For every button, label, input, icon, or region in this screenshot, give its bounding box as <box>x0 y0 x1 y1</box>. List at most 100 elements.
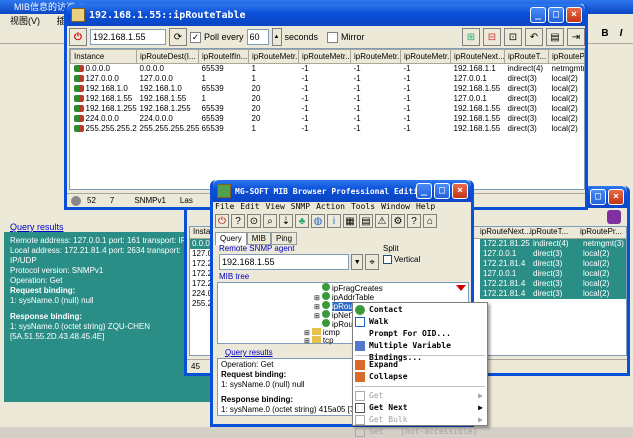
col-nexthop[interactable]: ipRouteNext... <box>450 49 505 64</box>
menu-item-get[interactable]: Get ▶ <box>353 390 487 402</box>
col-metric1[interactable]: ipRouteMetr... <box>248 49 299 64</box>
undo-icon[interactable]: ↶ <box>525 28 543 46</box>
close-icon[interactable]: × <box>452 183 468 199</box>
menu-item-set[interactable]: Set [not-accessible] <box>353 426 487 438</box>
maximize-icon[interactable]: □ <box>590 189 606 205</box>
mib-window-title: MG-SOFT MIB Browser Professional Edition <box>235 186 428 196</box>
get-icon[interactable]: ⌕ <box>263 214 277 228</box>
tree-item-tcp[interactable]: ⊞ tcp <box>304 336 334 345</box>
close-icon[interactable]: × <box>608 189 624 205</box>
tree-collapse-arrow-icon[interactable] <box>456 285 466 291</box>
close-icon[interactable]: × <box>566 7 582 23</box>
menu-edit[interactable]: Edit <box>240 202 259 214</box>
agent-input[interactable] <box>90 29 166 45</box>
menu-view[interactable]: View <box>266 202 285 214</box>
col-dest[interactable]: ipRouteDest(I... <box>136 49 199 64</box>
table-row[interactable]: 172.21.81.4 direct(3) local(2) <box>480 279 626 289</box>
seconds-label: seconds <box>284 32 319 42</box>
submenu-arrow-icon: ▶ <box>478 403 483 412</box>
walk-icon[interactable]: ⇣ <box>279 214 293 228</box>
row-icon <box>73 125 84 133</box>
table-add-icon[interactable]: ⊞ <box>462 28 480 46</box>
menu-item-get-bulk[interactable]: Get Bulk ▶ <box>353 414 487 426</box>
help-icon[interactable]: ? <box>231 214 245 228</box>
table-row[interactable]: 192.168.1.255 192.168.1.255 65539 20 -1 -1 -1 1… <box>71 104 585 114</box>
stop-icon[interactable]: ⏻ <box>69 28 87 46</box>
bg-left-pane: Query results Remote address: 127.0.0.1 … <box>4 220 214 410</box>
checkbox-mirror[interactable] <box>327 31 339 43</box>
menu-window[interactable]: Window <box>381 202 410 214</box>
menu-file[interactable]: File <box>215 202 234 214</box>
table-row[interactable]: 172.21.81.4 direct(3) local(2) <box>480 289 626 299</box>
menu-help[interactable]: Help <box>416 202 435 214</box>
table-row[interactable]: 192.168.1.55 192.168.1.55 1 20 -1 -1 -1 127.0.0… <box>71 94 585 104</box>
checkbox-poll[interactable]: ✓ <box>190 31 201 43</box>
refresh-agent-icon[interactable]: ⟳ <box>169 28 187 46</box>
bindings-icon <box>355 341 365 351</box>
status-nav-icon[interactable] <box>71 195 81 206</box>
get-icon <box>355 391 365 401</box>
col-proto[interactable]: ipRoutePr... <box>548 49 584 64</box>
maximize-icon[interactable]: □ <box>434 183 450 199</box>
table-row[interactable]: 127.0.0.1 direct(3) local(2) <box>480 249 626 259</box>
agent-properties-icon[interactable]: ⌖ <box>365 254 379 270</box>
menu-item-contact[interactable]: Contact <box>353 304 487 316</box>
dropdown-icon[interactable]: ▼ <box>351 254 364 270</box>
col-type[interactable]: ipRouteT... <box>504 49 549 64</box>
table-row[interactable]: 192.168.1.0 192.168.1.0 65539 20 -1 -1 -1 192.1… <box>71 84 585 94</box>
bg-menu-view[interactable]: 视图(V) <box>10 16 40 26</box>
bg-route-status-count: 45 <box>191 362 200 371</box>
info-icon[interactable]: i <box>327 214 341 228</box>
menu-item-multiple-bindings[interactable]: Multiple Variable Bindings... <box>353 340 487 362</box>
table-row[interactable]: 172.21.81.4 direct(3) local(2) <box>480 259 626 269</box>
col-metric3[interactable]: ipRouteMetr... <box>350 49 401 64</box>
menu-item-walk[interactable]: Walk <box>353 316 487 328</box>
tree-icon[interactable]: ♣ <box>295 214 309 228</box>
poll-seconds-input[interactable] <box>246 29 269 45</box>
col-metric2[interactable]: ipRouteMetr... <box>298 49 351 64</box>
graph-icon[interactable]: ▤ <box>359 214 373 228</box>
remote-agent-input[interactable] <box>219 254 350 270</box>
globe-icon[interactable]: ◍ <box>311 214 325 228</box>
table-row[interactable]: 127.0.0.1 direct(3) local(2) <box>480 269 626 279</box>
table-node-icon <box>321 310 330 318</box>
col-ifindex[interactable]: ipRouteIfIn... <box>198 49 249 64</box>
table-apply-icon[interactable]: ⊡ <box>504 28 522 46</box>
table-row[interactable]: 224.0.0.0 224.0.0.0 65539 20 -1 -1 -1 192.168.1… <box>71 114 585 124</box>
vertical-checkbox[interactable] <box>383 255 392 264</box>
home-icon[interactable]: ⌂ <box>423 214 437 228</box>
col-metric4[interactable]: ipRouteMetr... <box>400 49 451 64</box>
settings-icon[interactable]: ⚙ <box>391 214 405 228</box>
menu-item-expand[interactable]: Expand <box>353 359 487 371</box>
row-icon <box>73 75 84 83</box>
route-window-title: 192.168.1.55::ipRouteTable <box>89 9 246 21</box>
stop-icon[interactable]: ⏻ <box>215 214 229 228</box>
mirror-label: Mirror <box>341 32 365 42</box>
poll-spinner[interactable]: ▲ <box>271 28 282 46</box>
export-icon[interactable]: ⇥ <box>567 28 585 46</box>
table-row[interactable]: 172.21.81.254 indirect(4) netmgmt(3) <box>480 239 626 249</box>
minimize-icon[interactable]: _ <box>530 7 546 23</box>
menu-action[interactable]: Action <box>316 202 345 214</box>
table-delete-icon[interactable]: ⊟ <box>483 28 501 46</box>
save-icon[interactable]: ▤ <box>546 28 564 46</box>
minimize-icon[interactable]: _ <box>416 183 432 199</box>
menu-item-collapse[interactable]: Collapse <box>353 371 487 383</box>
table-icon[interactable]: ▦ <box>343 214 357 228</box>
row-icon <box>73 65 84 73</box>
bold-button[interactable]: B <box>598 28 612 39</box>
trap-icon[interactable]: ⚠ <box>375 214 389 228</box>
about-icon[interactable]: ? <box>407 214 421 228</box>
table-row[interactable]: 127.0.0.0 127.0.0.0 1 1 -1 -1 -1 127.0.0.1 direc… <box>71 74 585 84</box>
maximize-icon[interactable]: □ <box>548 7 564 23</box>
menu-item-prompt-oid[interactable]: Prompt For OID... <box>353 328 487 340</box>
contact-icon[interactable]: ⊙ <box>247 214 261 228</box>
menu-tools[interactable]: Tools <box>351 202 375 214</box>
folder-icon <box>311 336 321 343</box>
menu-item-get-next[interactable]: Get Next ▶ <box>353 402 487 414</box>
table-row[interactable]: 0.0.0.0 0.0.0.0 65539 1 -1 -1 -1 192.168.1.1 ind… <box>71 64 584 75</box>
menu-snmp[interactable]: SNMP <box>291 202 310 214</box>
col-instance[interactable]: Instance <box>70 49 137 64</box>
table-row[interactable]: 255.255.255.255255.255.255.255655391-1-1… <box>71 124 585 134</box>
italic-button[interactable]: I <box>614 28 628 39</box>
